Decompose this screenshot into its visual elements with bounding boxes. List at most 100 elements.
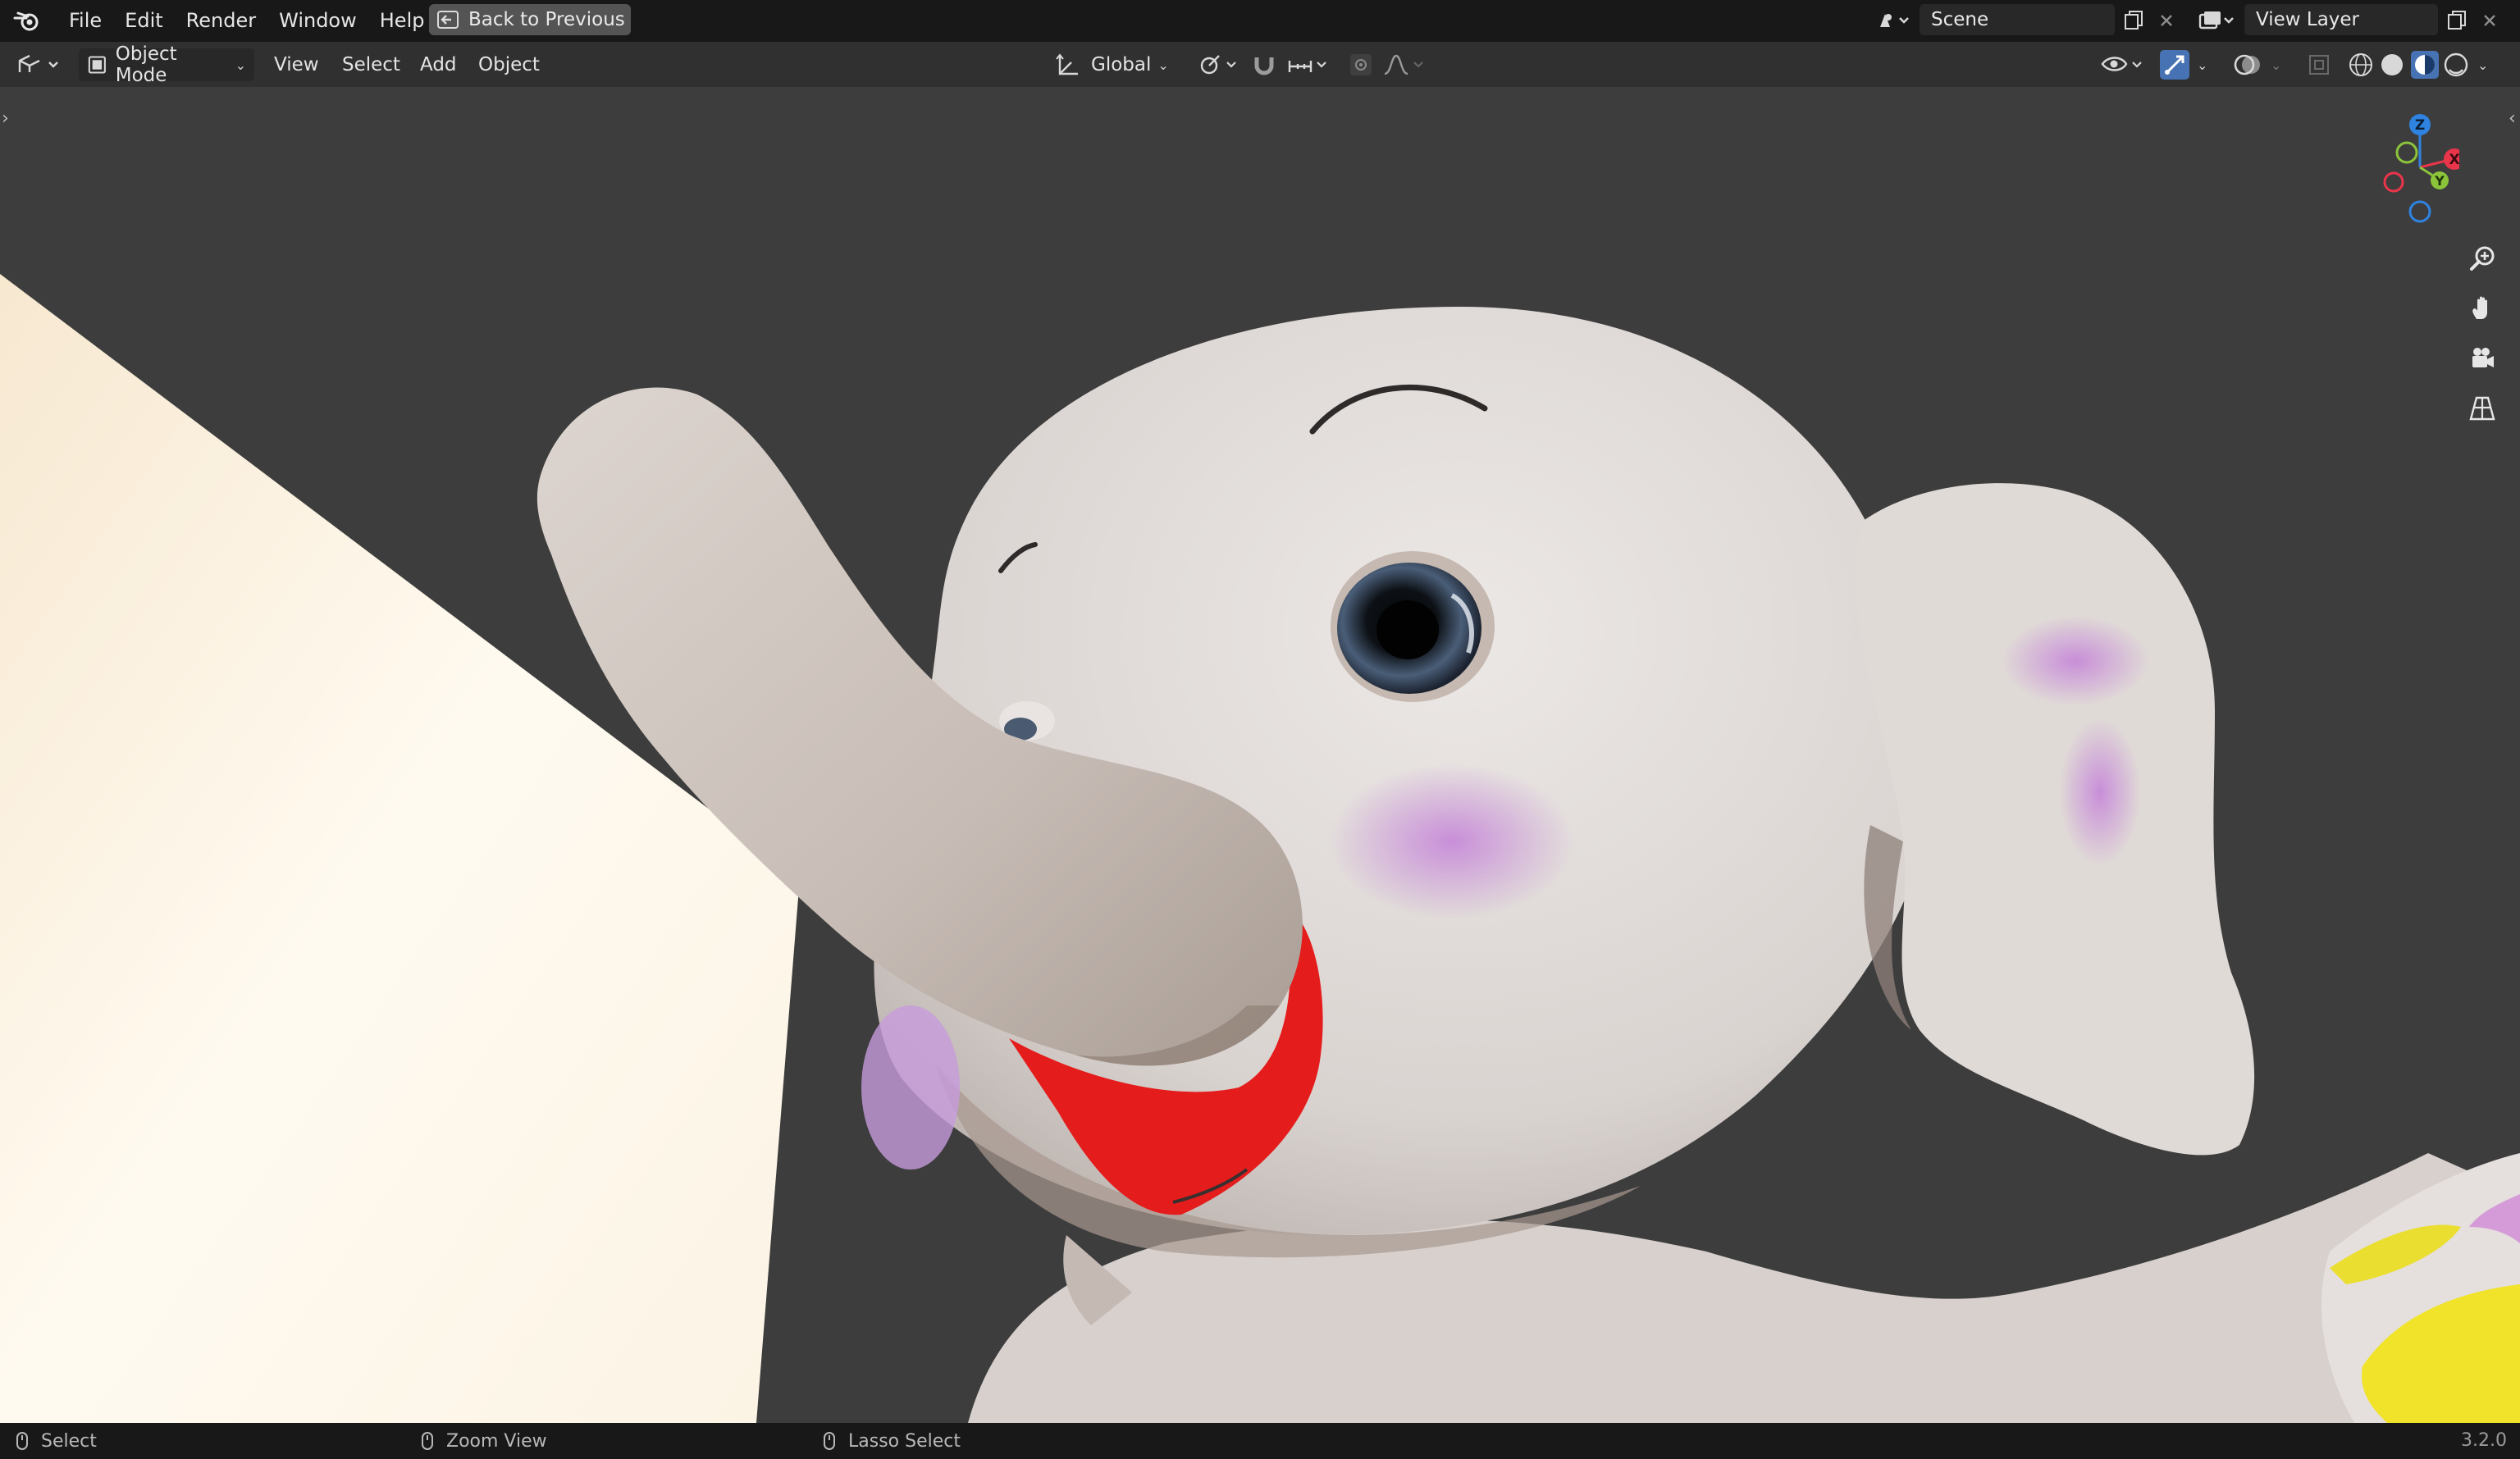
falloff-curve-icon xyxy=(1384,54,1423,75)
gizmo-neg-y-axis[interactable] xyxy=(2395,141,2418,164)
status-zoom-hint: Zoom View xyxy=(422,1423,547,1459)
perspective-toggle-button[interactable] xyxy=(2463,390,2501,427)
menu-file[interactable]: File xyxy=(57,0,113,41)
duplicate-icon xyxy=(2125,11,2143,30)
pan-view-button[interactable] xyxy=(2463,290,2501,327)
zoom-view-button[interactable] xyxy=(2463,239,2501,277)
menu-window[interactable]: Window xyxy=(267,0,368,41)
status-bar: Select Zoom View Lasso Select 3.2.0 xyxy=(0,1423,2520,1459)
proportional-falloff-dropdown[interactable] xyxy=(1381,48,1431,81)
scene-browse-button[interactable] xyxy=(1870,7,1916,34)
chevron-down-icon: ⌄ xyxy=(2477,57,2489,73)
gizmo-icon xyxy=(2160,50,2189,80)
zoom-magnifier-icon xyxy=(2470,246,2495,271)
status-lasso-hint: Lasso Select xyxy=(824,1423,961,1459)
view-layer-name-field[interactable]: View Layer xyxy=(2244,4,2438,35)
shading-rendered-button[interactable] xyxy=(2443,48,2472,81)
orientation-label: Global xyxy=(1091,54,1152,75)
shading-wireframe-button[interactable] xyxy=(2348,48,2377,81)
delete-scene-button[interactable] xyxy=(2152,7,2180,34)
overlays-dropdown[interactable]: ⌄ xyxy=(2271,48,2292,81)
status-zoom-label: Zoom View xyxy=(446,1430,547,1452)
perspective-grid-icon xyxy=(2469,396,2495,421)
hand-icon xyxy=(2472,296,2487,319)
chevron-down-icon: ⌄ xyxy=(1157,57,1169,73)
menu-add[interactable]: Add xyxy=(420,48,457,81)
overlays-icon xyxy=(2234,54,2260,75)
mouse-middle-icon xyxy=(422,1432,433,1450)
sidebar-expand-arrow[interactable]: ‹ xyxy=(2509,108,2520,129)
menu-help[interactable]: Help xyxy=(368,0,436,41)
gizmo-y-label: Y xyxy=(2434,173,2445,189)
chevron-down-icon: ⌄ xyxy=(235,57,246,73)
3d-viewport[interactable]: Z X Y › ‹ xyxy=(0,87,2520,1423)
proportional-editing-icon xyxy=(1350,54,1372,75)
main-menu: File Edit Render Window Help xyxy=(57,0,436,41)
rendered-sphere-icon xyxy=(2444,52,2468,77)
menu-select[interactable]: Select xyxy=(342,48,400,81)
back-arrow-icon xyxy=(437,11,459,29)
shading-options-dropdown[interactable]: ⌄ xyxy=(2477,48,2499,81)
chevron-down-icon: ⌄ xyxy=(2271,57,2282,73)
top-bar: File Edit Render Window Help Back to Pre… xyxy=(0,0,2520,41)
object-mode-icon xyxy=(88,56,106,74)
eye-visibility-icon xyxy=(2101,57,2142,71)
mouse-left-icon xyxy=(16,1432,28,1450)
3d-viewport-icon xyxy=(18,54,58,72)
viewport-header: Object Mode ⌄ View Select Add Object Glo… xyxy=(0,41,2520,88)
menu-render[interactable]: Render xyxy=(175,0,267,41)
mouse-right-icon xyxy=(824,1432,835,1450)
object-mode-label: Object Mode xyxy=(115,43,177,86)
back-button-label: Back to Previous xyxy=(468,9,625,30)
camera-view-button[interactable] xyxy=(2463,340,2501,377)
delete-view-layer-button[interactable] xyxy=(2476,7,2504,34)
toolbar-expand-arrow[interactable]: › xyxy=(2,108,13,129)
snap-target-dropdown[interactable] xyxy=(1286,48,1335,81)
menu-edit[interactable]: Edit xyxy=(113,0,174,41)
transform-orientation-dropdown[interactable]: Global ⌄ xyxy=(1055,48,1183,81)
close-icon xyxy=(2161,15,2172,26)
gizmo-z-label: Z xyxy=(2415,117,2425,134)
menu-object[interactable]: Object xyxy=(478,48,540,81)
show-gizmo-toggle[interactable] xyxy=(2159,48,2192,81)
snap-increment-icon xyxy=(1288,61,1326,72)
blender-logo-icon[interactable] xyxy=(13,8,41,33)
view-layer-browse-button[interactable] xyxy=(2192,7,2241,34)
object-visibility-dropdown[interactable] xyxy=(2100,48,2149,81)
editor-type-button[interactable] xyxy=(15,48,67,81)
gizmo-x-label: X xyxy=(2449,152,2459,168)
scene-name-field[interactable]: Scene xyxy=(1920,4,2115,35)
gizmo-options-dropdown[interactable]: ⌄ xyxy=(2197,48,2218,81)
view-layer-icon xyxy=(2198,11,2234,30)
pivot-point-icon xyxy=(1200,55,1236,75)
show-overlays-toggle[interactable] xyxy=(2233,48,2266,81)
menu-view[interactable]: View xyxy=(274,48,319,81)
status-select-label: Select xyxy=(41,1430,97,1452)
navigation-gizmo[interactable]: Z X Y xyxy=(2377,108,2459,223)
camera-icon xyxy=(2472,348,2494,367)
new-view-layer-button[interactable] xyxy=(2443,7,2471,34)
chevron-down-icon: ⌄ xyxy=(2197,57,2208,73)
gizmo-neg-z-axis[interactable] xyxy=(2408,200,2431,223)
shading-solid-button[interactable] xyxy=(2379,48,2408,81)
proportional-editing-toggle[interactable] xyxy=(1349,48,1376,81)
gizmo-neg-x-axis[interactable] xyxy=(2383,171,2404,193)
orientation-axes-icon xyxy=(1056,53,1078,75)
viewport-scene xyxy=(0,274,2520,1423)
wireframe-sphere-icon xyxy=(2349,53,2372,76)
close-icon xyxy=(2484,15,2495,26)
pivot-point-dropdown[interactable] xyxy=(1198,48,1244,81)
shading-material-button[interactable] xyxy=(2410,48,2441,81)
object-mode-dropdown[interactable]: Object Mode ⌄ xyxy=(79,43,254,86)
back-to-previous-button[interactable]: Back to Previous xyxy=(429,4,631,35)
solid-sphere-icon xyxy=(2381,54,2403,75)
new-scene-button[interactable] xyxy=(2120,7,2148,34)
xray-icon xyxy=(2309,55,2329,75)
view-layer-name: View Layer xyxy=(2256,9,2360,30)
scene-name: Scene xyxy=(1931,9,1989,30)
status-lasso-label: Lasso Select xyxy=(848,1430,961,1452)
magnet-icon xyxy=(1254,57,1274,75)
scene-icon xyxy=(1880,14,1909,27)
xray-toggle[interactable] xyxy=(2307,48,2335,81)
snap-toggle[interactable] xyxy=(1252,48,1281,81)
